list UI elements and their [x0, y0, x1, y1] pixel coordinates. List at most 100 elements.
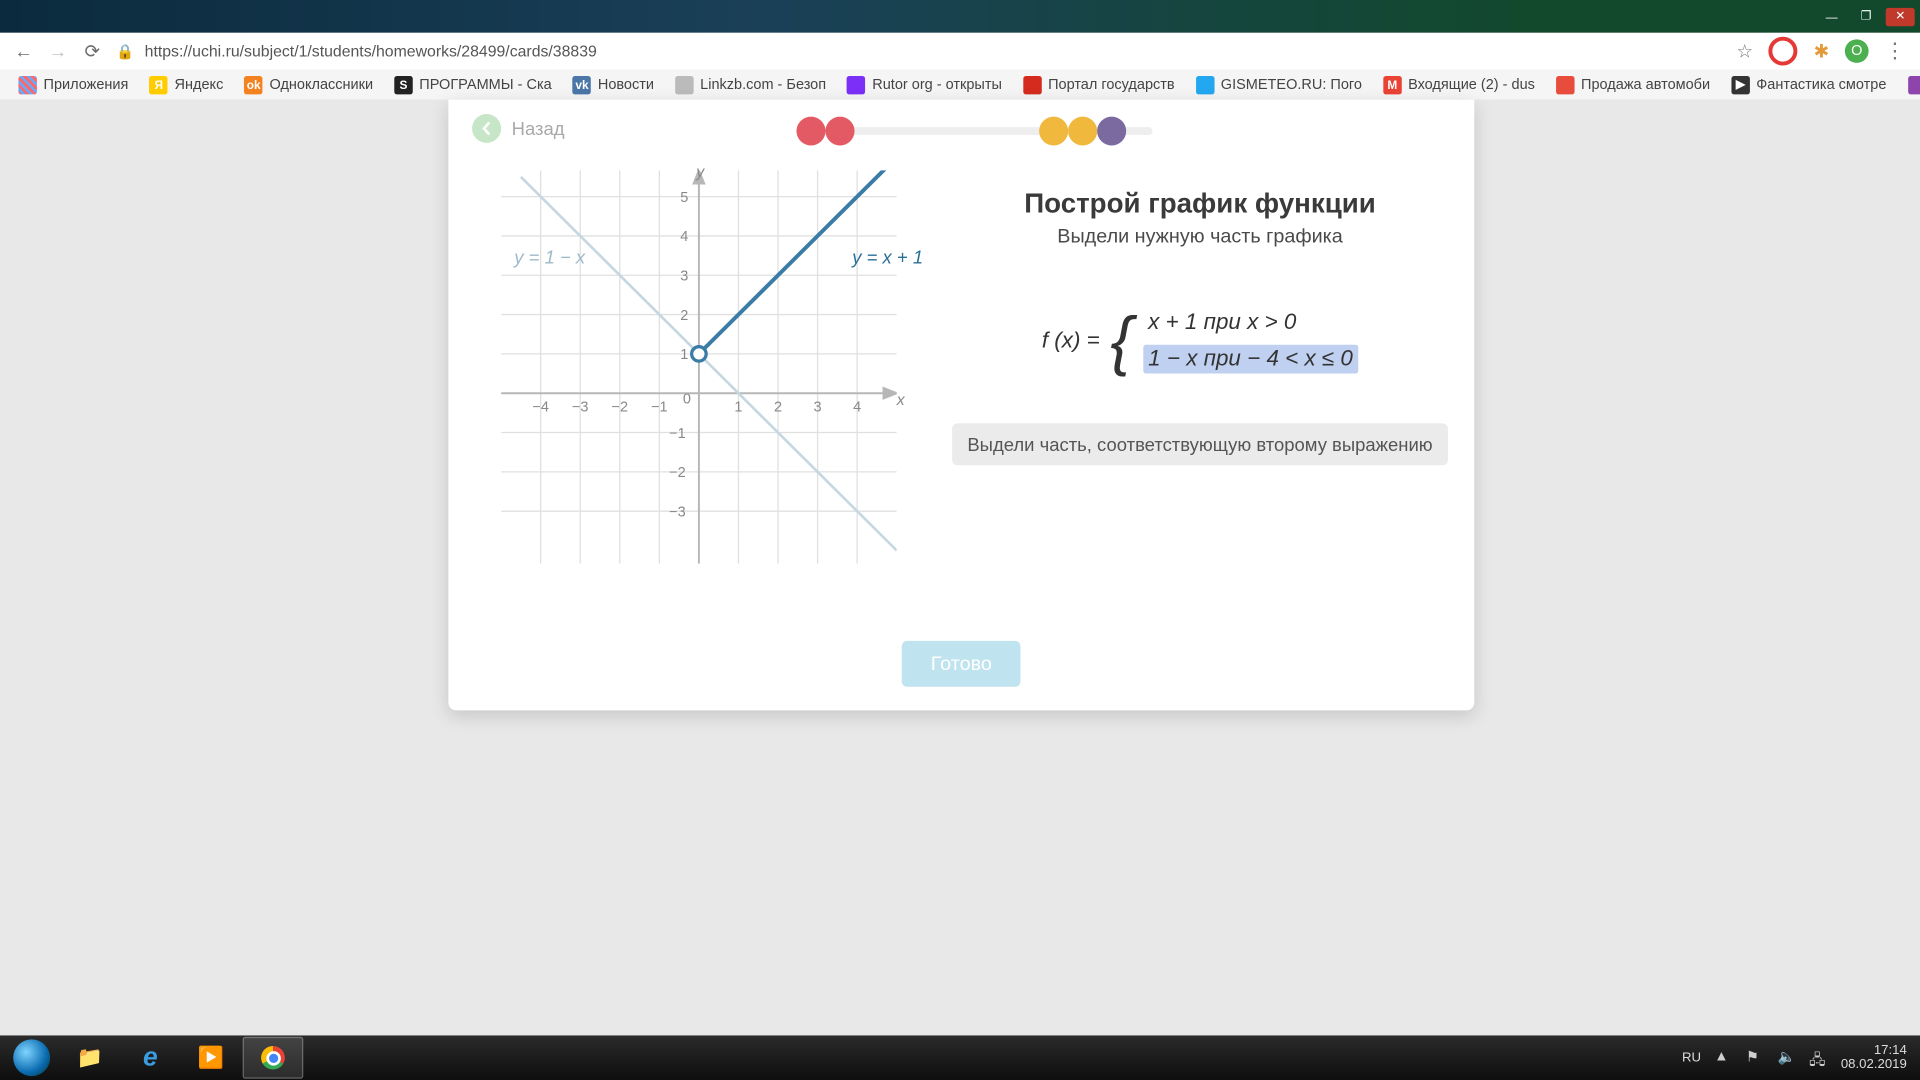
svg-text:−3: −3 [669, 504, 686, 520]
bookmark-favicon [1023, 75, 1041, 93]
back-button[interactable]: Назад [472, 114, 564, 143]
bookmark-favicon: Я [149, 75, 167, 93]
profile-avatar[interactable]: O [1845, 39, 1869, 63]
browser-menu-icon[interactable]: ⋮ [1884, 38, 1906, 64]
x-axis-label: x [897, 391, 905, 409]
window-close-button[interactable]: ✕ [1886, 7, 1915, 25]
back-chevron-icon [472, 114, 501, 143]
tray-flag-icon[interactable]: ⚑ [1746, 1049, 1764, 1067]
svg-text:2: 2 [680, 308, 688, 324]
tray-network-icon[interactable]: 🖧 [1809, 1049, 1827, 1067]
bookmark-favicon: ok [244, 75, 262, 93]
svg-text:−1: −1 [651, 400, 668, 416]
svg-text:−2: −2 [612, 400, 629, 416]
svg-text:5: 5 [680, 190, 688, 206]
svg-text:−4: −4 [532, 400, 549, 416]
tray-volume-icon[interactable]: 🔈 [1778, 1049, 1796, 1067]
bookmark-favicon [847, 75, 865, 93]
svg-text:−2: −2 [669, 465, 686, 481]
extension-opera-icon[interactable] [1769, 37, 1798, 66]
language-indicator[interactable]: RU [1682, 1051, 1701, 1065]
clock-time: 17:14 [1841, 1043, 1907, 1057]
window-maximize-button[interactable]: ❐ [1851, 7, 1880, 25]
windows-orb-icon [13, 1039, 50, 1076]
progress-dot [1039, 117, 1068, 146]
progress-dot [1068, 117, 1097, 146]
url-input[interactable]: 🔒 https://uchi.ru/subject/1/students/hom… [116, 42, 1723, 60]
bookmark-label: Портал государств [1048, 77, 1175, 93]
instruction-hint: Выдели часть, соответствующую второму вы… [952, 423, 1448, 465]
graph-svg[interactable]: −4−3−2−1 1234 0 12345 −1−2−3 [501, 170, 897, 563]
bookmark-item[interactable]: MВходящие (2) - dus [1375, 73, 1543, 97]
bookmark-item[interactable]: ok Одноклассники [237, 73, 382, 97]
bookmark-item[interactable]: GISMETEO.RU: Пого [1188, 73, 1370, 97]
taskbar-media[interactable]: ▶️ [182, 1038, 240, 1077]
bookmark-label: Rutor org - открыты [872, 77, 1002, 93]
back-label: Назад [512, 118, 565, 139]
case-1[interactable]: x + 1 при x > 0 [1143, 308, 1358, 337]
progress-dot [796, 117, 825, 146]
task-title: Построй график функции [1024, 189, 1376, 220]
taskbar-clock[interactable]: 17:14 08.02.2019 [1841, 1043, 1907, 1072]
nav-reload-icon[interactable]: ⟳ [82, 41, 103, 62]
progress-dots [796, 117, 1126, 146]
svg-text:4: 4 [680, 229, 688, 245]
task-panel: Построй график функции Выдели нужную час… [926, 157, 1475, 626]
bookmark-star-icon[interactable]: ☆ [1736, 40, 1753, 62]
bookmark-item[interactable]: vk Новости [565, 73, 662, 97]
bookmarks-bar: Приложения ЯЯндекс ok Одноклассники S ПРОГРА… [0, 69, 1920, 100]
function-definition: f (x) = { x + 1 при x > 0 1 − x при − 4 … [1042, 308, 1358, 374]
nav-back-icon[interactable]: ← [13, 41, 34, 62]
taskbar-ie[interactable]: e [121, 1038, 179, 1077]
svg-text:−1: −1 [669, 426, 686, 442]
case-2-selected[interactable]: 1 − x при − 4 < x ≤ 0 [1143, 345, 1358, 374]
svg-text:1: 1 [680, 347, 688, 363]
task-subtitle: Выдели нужную часть графика [1057, 225, 1342, 247]
bookmark-label: Продажа автомоби [1581, 77, 1710, 93]
taskbar-explorer[interactable]: 📁 [61, 1038, 119, 1077]
exercise-card: Назад y = 1 − x y = x + 1 [448, 100, 1474, 711]
taskbar-chrome[interactable] [243, 1037, 304, 1079]
window-minimize-button[interactable]: — [1817, 7, 1846, 25]
progress-dot [1097, 117, 1126, 146]
bookmark-item[interactable]: Продажа автомоби [1548, 73, 1718, 97]
page-body: Назад y = 1 − x y = x + 1 [0, 100, 1920, 1036]
bookmark-favicon: ▶ [1731, 75, 1749, 93]
bookmark-item[interactable]: Linkzb.com - Безоп [667, 73, 834, 97]
graph-panel[interactable]: y = 1 − x y = x + 1 y x [448, 157, 925, 626]
lock-icon: 🔒 [116, 43, 134, 60]
clock-date: 08.02.2019 [1841, 1058, 1907, 1072]
bookmark-favicon [1908, 75, 1920, 93]
window-titlebar: — ❐ ✕ [0, 0, 1920, 33]
bookmark-favicon [1196, 75, 1214, 93]
bookmark-favicon [1556, 75, 1574, 93]
bookmark-label: GISMETEO.RU: Пого [1221, 77, 1362, 93]
bookmark-item[interactable]: Rutor org - открыты [839, 73, 1010, 97]
svg-text:−3: −3 [572, 400, 589, 416]
tray-arrow-icon[interactable]: ▲ [1714, 1049, 1732, 1067]
bookmark-label: Одноклассники [269, 77, 373, 93]
nav-forward-icon[interactable]: → [47, 41, 68, 62]
bookmark-favicon: vk [573, 75, 591, 93]
bookmark-item[interactable]: Единый личный каб [1900, 73, 1920, 97]
bookmark-label: Фантастика смотре [1756, 77, 1886, 93]
svg-text:3: 3 [814, 400, 822, 416]
bookmark-favicon: S [394, 75, 412, 93]
bookmark-item[interactable]: Портал государств [1015, 73, 1182, 97]
apps-button[interactable]: Приложения [11, 73, 137, 97]
windows-taskbar: 📁 e ▶️ RU ▲ ⚑ 🔈 🖧 17:14 08.02.2019 [0, 1035, 1920, 1080]
start-button[interactable] [5, 1038, 58, 1077]
y-axis-label: y [696, 163, 704, 181]
line-label-2: y = x + 1 [852, 246, 923, 267]
chrome-icon [261, 1046, 285, 1070]
system-tray: RU ▲ ⚑ 🔈 🖧 17:14 08.02.2019 [1682, 1043, 1915, 1072]
progress-dot [826, 117, 855, 146]
svg-text:0: 0 [683, 392, 691, 408]
ready-button[interactable]: Готово [902, 641, 1021, 687]
bookmark-item[interactable]: ▶ Фантастика смотре [1723, 73, 1894, 97]
extension-person-icon[interactable]: ✱ [1814, 40, 1829, 62]
bookmark-label: Новости [598, 77, 654, 93]
bookmark-item[interactable]: ЯЯндекс [142, 73, 232, 97]
bookmark-label: ПРОГРАММЫ - Ска [419, 77, 551, 93]
bookmark-item[interactable]: S ПРОГРАММЫ - Ска [386, 73, 559, 97]
